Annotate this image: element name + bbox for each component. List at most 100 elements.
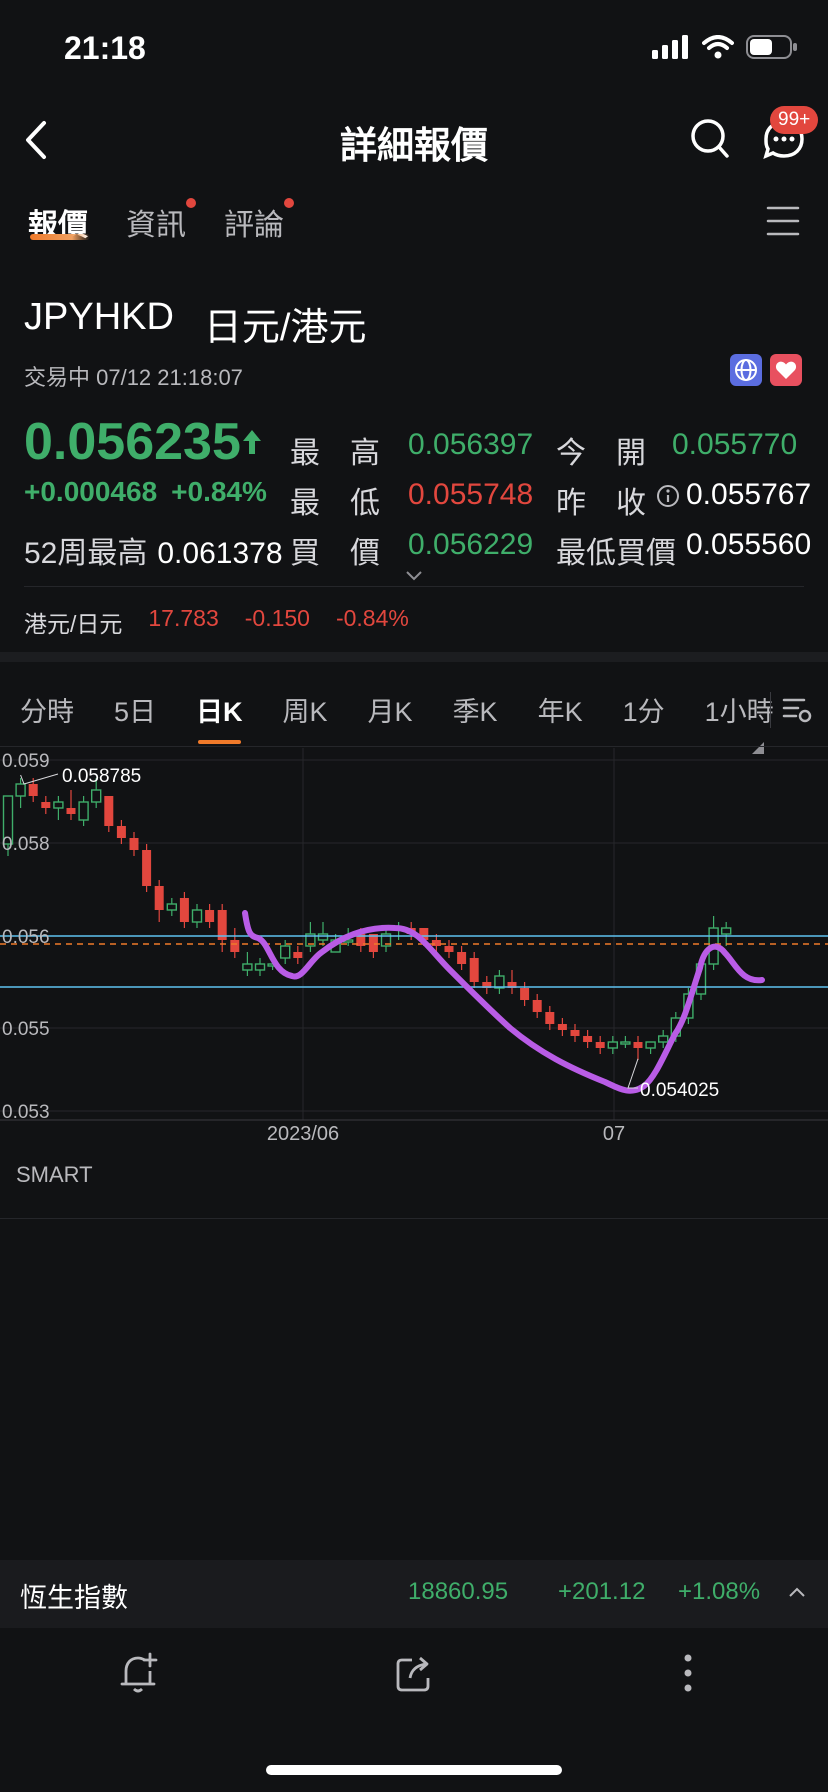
index-value: 18860.95: [408, 1578, 509, 1605]
candle-body: [104, 796, 114, 826]
wk52-high-value: 0.061378: [157, 537, 283, 570]
low-value: 0.055748: [408, 478, 534, 511]
tab-daily-k[interactable]: 日K: [196, 690, 243, 744]
price-change-row: +0.000468 +0.84%: [24, 476, 267, 508]
candle-body: [520, 988, 530, 1000]
candle-body: [90, 789, 102, 803]
candle-body: [431, 940, 441, 946]
wifi-icon: [702, 35, 734, 59]
tab-quote[interactable]: 報價: [28, 200, 90, 244]
candle-body: [545, 1012, 555, 1024]
tab-1hour[interactable]: 1小時: [705, 690, 774, 729]
x-tick-label: 2023/06: [267, 1123, 339, 1145]
indicator-label[interactable]: SMART: [16, 1162, 93, 1188]
index-name: 恆生指數: [20, 1583, 128, 1613]
candle-body: [645, 1041, 656, 1049]
index-ticker-bar[interactable]: 恆生指數 18860.95 +201.12 +1.08%: [0, 1560, 828, 1628]
share-icon[interactable]: [394, 1654, 434, 1694]
tab-5day[interactable]: 5日: [114, 690, 156, 729]
tab-quote-label: 報價: [28, 209, 88, 242]
battery-icon: [746, 35, 797, 59]
candle-body: [633, 1042, 643, 1048]
reverse-pair-name: 港元/日元: [24, 611, 123, 637]
section-separator: [0, 652, 828, 662]
candle-body: [15, 783, 26, 797]
tab-comments[interactable]: 評論: [224, 198, 294, 244]
candle-body: [293, 952, 303, 958]
high-value: 0.056397: [408, 428, 534, 461]
info-icon[interactable]: [656, 484, 680, 508]
instrument-header: JPYHKD 日元/港元: [24, 296, 366, 351]
index-change-pct: +1.08%: [678, 1578, 761, 1605]
more-options-icon[interactable]: [682, 1652, 694, 1694]
price-change-pct: +0.84%: [171, 476, 267, 507]
tab-yearly-k[interactable]: 年K: [538, 690, 583, 729]
trading-status: 交易中 07/12 21:18:07: [24, 365, 243, 390]
candle-body: [66, 808, 76, 814]
candle-body: [28, 784, 38, 796]
y-tick-label: 0.058: [2, 834, 50, 855]
candle-body: [494, 975, 505, 989]
reverse-pair-row: 港元/日元 17.783 -0.150 -0.84%: [24, 605, 409, 639]
tab-comments-label: 評論: [224, 209, 284, 242]
candle-body: [317, 933, 329, 941]
expand-chevron-icon[interactable]: [404, 570, 424, 582]
globe-button[interactable]: [730, 354, 762, 386]
tab-intraday[interactable]: 分時: [20, 690, 74, 729]
candle-body: [191, 909, 203, 923]
candle-body: [129, 838, 139, 850]
y-tick-label: 0.053: [2, 1102, 50, 1123]
candlestick-chart[interactable]: 0.059 0.058 0.056 0.055 0.053 2023/06 07 0.0587…: [0, 748, 828, 1160]
open-label: 今 開: [556, 437, 646, 470]
candle-body: [583, 1036, 593, 1042]
search-icon[interactable]: [690, 118, 730, 160]
candle-body: [658, 1035, 669, 1043]
reverse-change: -0.150: [244, 605, 310, 631]
instrument-code: JPYHKD: [24, 296, 174, 338]
tab-quarterly-k[interactable]: 季K: [453, 690, 498, 729]
reverse-change-pct: -0.84%: [335, 605, 409, 631]
bid-label: 買 價: [290, 537, 380, 570]
candle-body: [280, 945, 291, 959]
divider: [24, 586, 804, 587]
high-label: 最 高: [290, 437, 380, 470]
up-arrow-icon: [242, 430, 261, 454]
tab-news[interactable]: 資訊: [126, 198, 196, 244]
divider: [0, 746, 828, 747]
chevron-up-icon[interactable]: [788, 1586, 806, 1598]
add-alert-icon[interactable]: [118, 1652, 158, 1694]
candle-body: [230, 940, 240, 952]
status-time: 21:18: [64, 30, 146, 66]
price-change: +0.000468: [24, 476, 158, 507]
x-tick-label: 07: [603, 1123, 625, 1145]
divider: [0, 1218, 828, 1219]
candle-body: [721, 927, 732, 935]
unread-dot: [284, 198, 294, 208]
status-icons: [652, 34, 798, 60]
candle-body: [154, 886, 164, 910]
candle-body: [116, 826, 126, 838]
min-bid-label: 最低買價: [556, 537, 676, 570]
candle-body: [532, 1000, 542, 1012]
candle-body: [595, 1042, 605, 1048]
candle-body: [179, 898, 189, 922]
tab-weekly-k[interactable]: 周K: [283, 690, 328, 729]
min-marker-line: [627, 1058, 639, 1089]
min-price-label: 0.054025: [640, 1080, 719, 1101]
chart-period-tabs: 分時 5日 日K 周K 月K 季K 年K 1分 1小時: [20, 690, 774, 744]
tab-monthly-k[interactable]: 月K: [368, 690, 413, 729]
tab-news-label: 資訊: [126, 209, 186, 242]
menu-icon[interactable]: [766, 206, 800, 236]
quote-tabs: 報價 資訊 評論: [28, 198, 294, 244]
reverse-price: 17.783: [148, 605, 219, 631]
favorite-button[interactable]: [770, 354, 802, 386]
candle-body: [205, 910, 215, 922]
candle-body: [469, 958, 479, 982]
tab-1min[interactable]: 1分: [623, 690, 665, 729]
candle-body: [142, 850, 152, 886]
candle-body: [457, 952, 467, 964]
chart-settings-icon[interactable]: [782, 694, 814, 726]
y-tick-label: 0.055: [2, 1019, 50, 1040]
prev-close-value: 0.055767: [686, 478, 812, 511]
heart-icon: [775, 361, 797, 379]
